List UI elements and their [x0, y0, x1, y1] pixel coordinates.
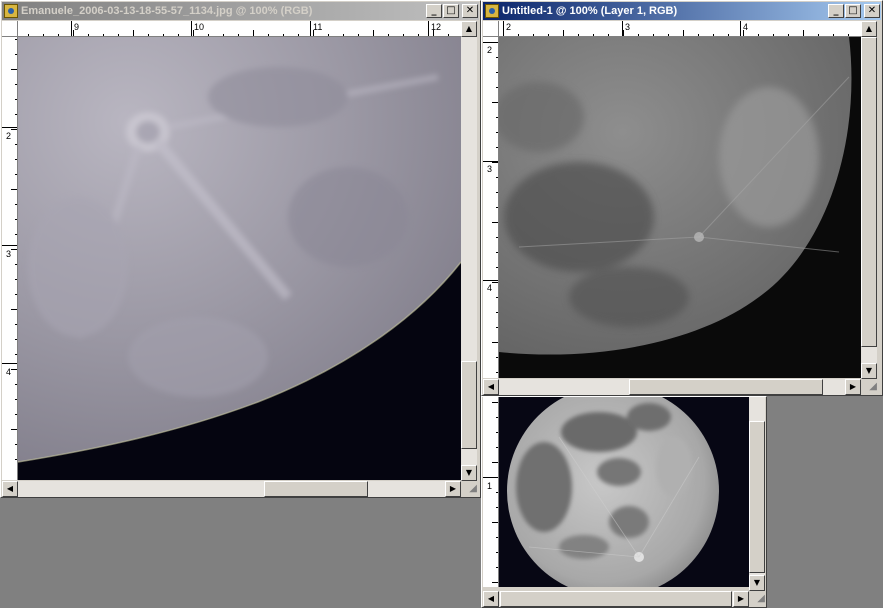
vertical-ruler[interactable]: 2 3 4 — [2, 37, 18, 480]
document-window-1[interactable]: Emanuele_2006-03-13-18-55-57_1134.jpg @ … — [0, 0, 481, 498]
resize-grip-icon[interactable]: ◢ — [861, 379, 877, 395]
image-canvas[interactable] — [499, 397, 749, 587]
title-bar[interactable]: Untitled-1 @ 100% (Layer 1, RGB) _ □ ✕ — [483, 2, 881, 20]
window-title: Untitled-1 @ 100% (Layer 1, RGB) — [502, 5, 678, 17]
vertical-ruler[interactable]: 1 — [483, 397, 499, 587]
image-canvas[interactable] — [499, 37, 861, 378]
moon-quadrant-image — [499, 37, 861, 378]
vertical-ruler[interactable]: 2 3 4 — [483, 37, 499, 378]
scroll-thumb[interactable] — [861, 37, 877, 347]
ruler-label: 10 — [194, 22, 205, 32]
ruler-ticks — [483, 402, 498, 583]
ruler-ticks — [483, 42, 498, 373]
horizontal-scrollbar[interactable]: ◀ ▶ — [2, 481, 461, 497]
ruler-label: 4 — [743, 22, 749, 32]
scroll-left-button[interactable]: ◀ — [483, 379, 499, 395]
vertical-scrollbar[interactable]: ▼ — [749, 397, 765, 591]
ruler-label: 2 — [487, 45, 493, 55]
close-button[interactable]: ✕ — [462, 4, 478, 18]
ruler-ticks — [28, 21, 449, 36]
resize-grip-icon[interactable]: ◢ — [461, 481, 477, 497]
close-button[interactable]: ✕ — [864, 4, 880, 18]
ruler-origin[interactable] — [483, 21, 499, 37]
scroll-thumb[interactable] — [264, 481, 368, 497]
ruler-label: 3 — [487, 164, 493, 174]
scroll-right-button[interactable]: ▶ — [733, 591, 749, 607]
scroll-down-button[interactable]: ▼ — [461, 465, 477, 481]
document-window-3[interactable]: 1 ▼ ◀ ▶ ◢ — [481, 396, 767, 608]
title-bar[interactable]: Emanuele_2006-03-13-18-55-57_1134.jpg @ … — [2, 2, 479, 20]
horizontal-scrollbar[interactable]: ◀ ▶ — [483, 379, 861, 395]
ruler-label: 9 — [74, 22, 80, 32]
full-moon-image — [499, 397, 749, 587]
scroll-left-button[interactable]: ◀ — [483, 591, 499, 607]
minimize-button[interactable]: _ — [426, 4, 442, 18]
vertical-scrollbar[interactable]: ▲ ▼ — [461, 21, 477, 481]
scroll-right-button[interactable]: ▶ — [445, 481, 461, 497]
scroll-left-button[interactable]: ◀ — [2, 481, 18, 497]
vertical-scrollbar[interactable]: ▲ ▼ — [861, 21, 877, 379]
scroll-right-button[interactable]: ▶ — [845, 379, 861, 395]
ruler-label: 4 — [6, 367, 12, 377]
ruler-label: 2 — [6, 131, 12, 141]
ruler-label: 4 — [487, 283, 493, 293]
maximize-button[interactable]: □ — [443, 4, 459, 18]
scroll-up-button[interactable]: ▲ — [861, 21, 877, 37]
ruler-label: 2 — [506, 22, 512, 32]
ruler-label: 1 — [487, 481, 493, 491]
ruler-ticks — [503, 21, 849, 36]
resize-grip-icon[interactable]: ◢ — [749, 591, 765, 607]
window-title: Emanuele_2006-03-13-18-55-57_1134.jpg @ … — [21, 5, 313, 17]
scroll-down-button[interactable]: ▼ — [861, 363, 877, 379]
minimize-button[interactable]: _ — [828, 4, 844, 18]
scroll-thumb[interactable] — [749, 421, 765, 573]
scroll-thumb[interactable] — [500, 591, 732, 607]
scroll-thumb[interactable] — [629, 379, 823, 395]
horizontal-scrollbar[interactable]: ◀ ▶ — [483, 591, 749, 607]
horizontal-ruler[interactable]: 2 3 4 — [499, 21, 861, 37]
scroll-thumb[interactable] — [461, 361, 477, 449]
ruler-origin[interactable] — [2, 21, 18, 37]
maximize-button[interactable]: □ — [845, 4, 861, 18]
scroll-down-button[interactable]: ▼ — [749, 575, 765, 591]
horizontal-ruler[interactable]: 9 10 11 12 — [18, 21, 461, 37]
moon-closeup-image — [18, 37, 461, 480]
ruler-label: 3 — [625, 22, 631, 32]
document-window-2[interactable]: Untitled-1 @ 100% (Layer 1, RGB) _ □ ✕ 2… — [481, 0, 883, 396]
ruler-label: 12 — [431, 22, 442, 32]
image-canvas[interactable] — [18, 37, 461, 480]
photoshop-document-icon[interactable] — [485, 4, 499, 18]
ruler-label: 3 — [6, 249, 12, 259]
ruler-label: 11 — [313, 22, 323, 32]
photoshop-document-icon[interactable] — [4, 4, 18, 18]
scroll-up-button[interactable]: ▲ — [461, 21, 477, 37]
